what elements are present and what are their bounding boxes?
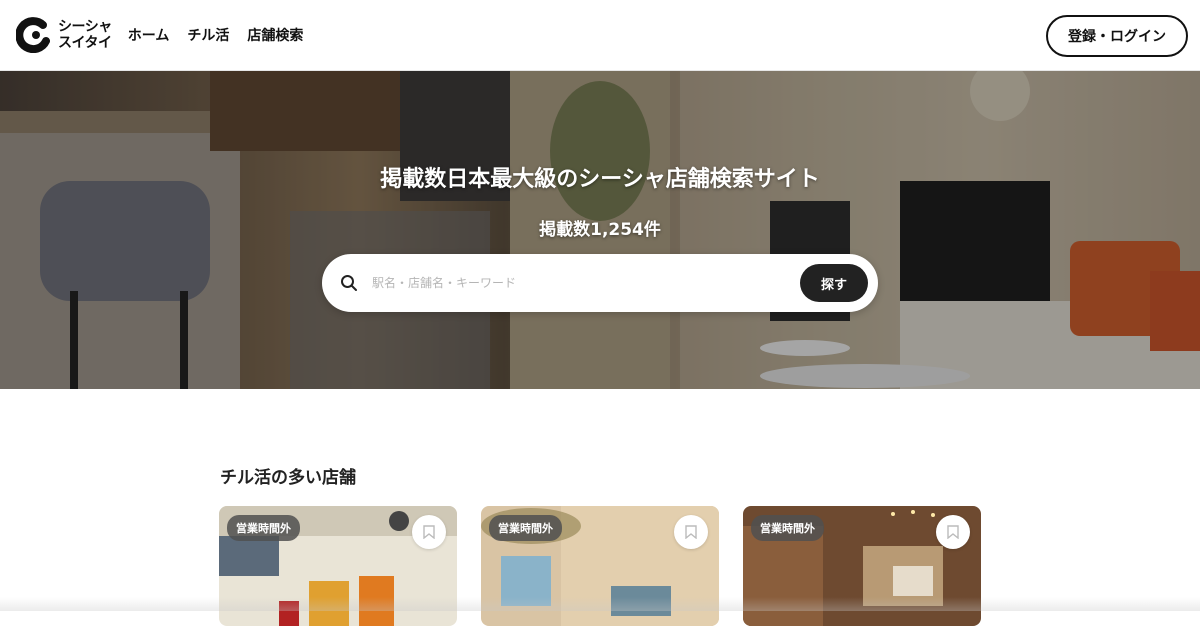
bottom-fade xyxy=(0,597,1200,611)
bookmark-icon xyxy=(423,525,435,539)
login-button[interactable]: 登録・ログイン xyxy=(1046,15,1188,57)
search-bar: 探す xyxy=(322,254,878,312)
site-logo[interactable]: シーシャ スイタイ xyxy=(16,17,112,53)
status-badge: 営業時間外 xyxy=(227,515,300,541)
bookmark-button[interactable] xyxy=(412,515,446,549)
logo-mark-icon xyxy=(16,17,52,53)
section-title: チル活の多い店舗 xyxy=(220,463,356,488)
listing-count: 掲載数1,254件 xyxy=(0,215,1200,240)
hero-title: 掲載数日本最大級のシーシャ店舗検索サイト xyxy=(0,161,1200,193)
nav-item-home[interactable]: ホーム xyxy=(128,25,170,45)
site-header: シーシャ スイタイ ホーム チル活 店舗検索 登録・ログイン xyxy=(0,0,1200,71)
nav-item-chill[interactable]: チル活 xyxy=(187,25,229,45)
status-badge: 営業時間外 xyxy=(751,515,824,541)
status-badge: 営業時間外 xyxy=(489,515,562,541)
nav-item-store-search[interactable]: 店舗検索 xyxy=(247,25,303,45)
search-button[interactable]: 探す xyxy=(800,264,868,302)
logo-line2: スイタイ xyxy=(58,35,112,51)
logo-text: シーシャ スイタイ xyxy=(58,19,112,51)
main-nav: ホーム チル活 店舗検索 xyxy=(128,25,304,45)
bookmark-icon xyxy=(685,525,697,539)
search-icon xyxy=(340,274,358,292)
bookmark-icon xyxy=(947,525,959,539)
hero-banner: 掲載数日本最大級のシーシャ店舗検索サイト 掲載数1,254件 探す xyxy=(0,71,1200,389)
search-input[interactable] xyxy=(372,276,800,290)
bookmark-button[interactable] xyxy=(936,515,970,549)
logo-line1: シーシャ xyxy=(58,19,112,35)
bookmark-button[interactable] xyxy=(674,515,708,549)
